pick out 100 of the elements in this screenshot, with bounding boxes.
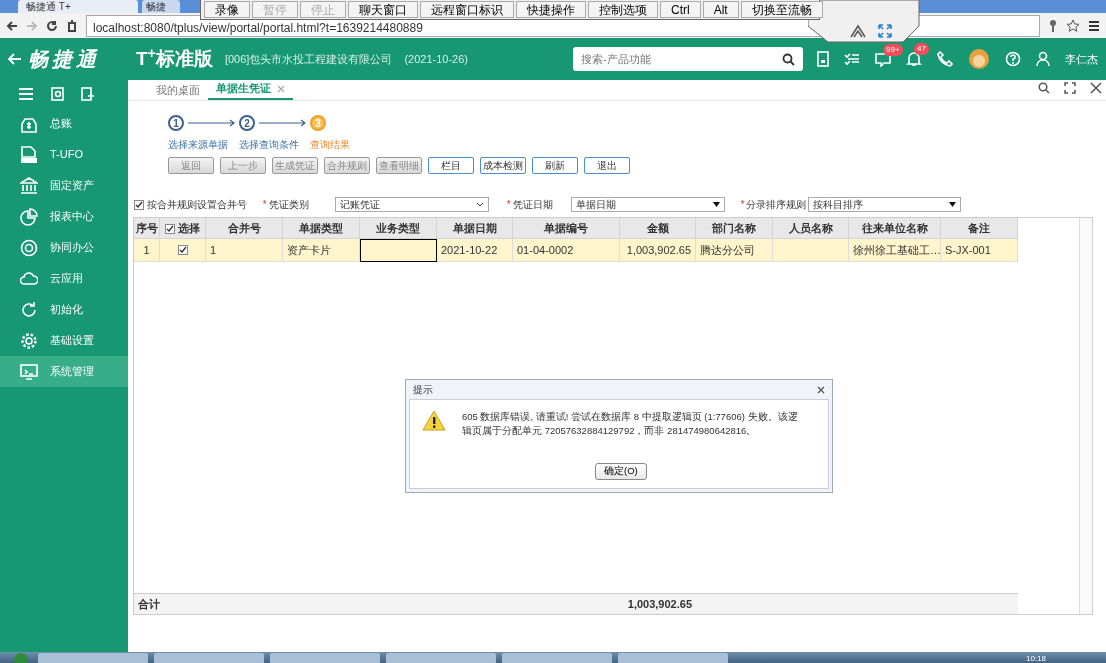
key-icon[interactable] <box>1048 18 1058 33</box>
search-icon[interactable] <box>1038 82 1050 94</box>
collapse-icon[interactable] <box>850 24 866 38</box>
close-icon[interactable] <box>817 385 825 394</box>
user-icon[interactable] <box>1036 51 1050 67</box>
expand-icon[interactable] <box>878 24 892 38</box>
toolbar-button[interactable]: 远程窗口标识 <box>420 1 514 18</box>
bank-icon <box>20 176 38 195</box>
step-label[interactable]: 选择查询条件 <box>239 137 310 152</box>
caret-icon[interactable] <box>712 202 720 207</box>
toolbar-button[interactable]: Alt <box>702 1 739 18</box>
browser-tab[interactable]: 畅捷 <box>142 0 180 13</box>
checkbox[interactable] <box>165 223 175 234</box>
toolbar-button[interactable]: 控制选项 <box>588 1 658 18</box>
sidebar-item[interactable]: 云应用 <box>0 263 128 294</box>
phone-icon[interactable] <box>937 51 953 67</box>
toolbar-button[interactable]: Ctrl <box>660 1 701 18</box>
sidebar-item[interactable]: 固定资产 <box>0 170 128 201</box>
table-cell: 资产卡片 <box>283 239 360 262</box>
search-icon[interactable] <box>782 53 795 66</box>
column-header[interactable]: 合并号 <box>206 218 283 239</box>
table-cell: 腾达分公司 <box>696 239 773 262</box>
table-cell: S-JX-001 <box>941 239 1018 262</box>
reload-icon[interactable] <box>46 19 58 32</box>
help-icon[interactable] <box>1005 51 1021 67</box>
trash-icon[interactable] <box>66 19 78 32</box>
dialog-title: 提示 <box>413 383 433 397</box>
dropdown-field[interactable]: 单据日期 <box>570 197 725 212</box>
checkbox[interactable] <box>177 245 188 255</box>
search-document-icon[interactable] <box>50 87 65 101</box>
back-arrow-icon[interactable] <box>8 53 22 65</box>
total-amount: 1,003,902.65 <box>626 596 693 612</box>
column-header[interactable]: 备注 <box>941 218 1018 239</box>
bell-icon[interactable] <box>906 51 922 67</box>
pie-chart-icon <box>20 207 38 226</box>
toolbar-button[interactable]: 快捷操作 <box>516 1 586 18</box>
step-number: 2 <box>239 115 255 131</box>
caret-icon[interactable] <box>949 202 957 207</box>
column-header[interactable]: 序号 <box>134 218 160 239</box>
fullscreen-icon[interactable] <box>1064 82 1076 94</box>
notification-count: 47 <box>914 43 929 55</box>
avatar-icon[interactable] <box>968 48 990 70</box>
toolbar-button[interactable]: 聊天窗口 <box>348 1 418 18</box>
toolbar-button[interactable]: 录像 <box>204 1 250 18</box>
action-button[interactable]: 栏目 <box>428 157 474 174</box>
required-mark: * <box>740 199 745 210</box>
dropdown-field[interactable]: 记账凭证 <box>334 197 489 212</box>
star-icon[interactable] <box>1066 18 1080 33</box>
search-field[interactable]: 搜索-产品功能 <box>573 47 803 71</box>
caret-icon[interactable] <box>475 202 484 207</box>
sidebar-item[interactable]: 报表中心 <box>0 201 128 232</box>
checkbox[interactable] <box>134 199 144 210</box>
required-mark: * <box>262 199 267 210</box>
column-header[interactable]: 人员名称 <box>773 218 849 239</box>
sidebar-item[interactable]: 协同办公 <box>0 232 128 263</box>
focused-cell[interactable] <box>360 239 437 262</box>
column-header[interactable]: 单据编号 <box>513 218 620 239</box>
address-text: localhost:8080/tplus/view/portal/portal.html?t=1639214480889 <box>93 21 423 35</box>
gear-icon <box>20 331 38 350</box>
step-label[interactable]: 选择来源单据 <box>168 137 239 152</box>
column-header[interactable]: 部门名称 <box>696 218 773 239</box>
target-icon <box>20 238 38 257</box>
field-label: * 凭证日期 <box>506 198 553 212</box>
column-header[interactable]: 金额 <box>620 218 696 239</box>
page-tab[interactable]: 我的桌面 <box>148 81 208 100</box>
column-header[interactable]: 单据日期 <box>437 218 513 239</box>
ok-button[interactable]: 确定(O) <box>595 463 647 480</box>
column-header[interactable]: 单据类型 <box>283 218 360 239</box>
column-header[interactable]: 往来单位名称 <box>849 218 941 239</box>
toolbar-button[interactable]: 切换至流畅 <box>740 1 823 18</box>
user-name[interactable]: 李仁杰 <box>1065 50 1098 68</box>
page-tab[interactable]: 单据生凭证 <box>208 79 293 100</box>
field-label: * 分录排序规则 <box>740 198 807 212</box>
column-header[interactable]: 业务类型 <box>360 218 437 239</box>
table-cell: 1 <box>134 239 160 262</box>
action-button[interactable]: 成本检测 <box>480 157 526 174</box>
browser-tab[interactable]: 畅捷通 T+ <box>18 0 138 13</box>
message-icon[interactable] <box>875 51 891 67</box>
arrow-icon <box>187 119 237 127</box>
sidebar-item[interactable]: 基础设置 <box>0 325 128 356</box>
sidebar-item[interactable]: 总账 <box>0 108 128 139</box>
dropdown-field[interactable]: 按科目排序 <box>808 197 962 212</box>
scrollbar[interactable] <box>1079 218 1092 614</box>
sidebar-item[interactable]: T-UFO <box>0 139 128 170</box>
action-button[interactable]: 退出 <box>584 157 630 174</box>
back-icon[interactable] <box>6 19 18 32</box>
close-icon[interactable] <box>1090 82 1102 94</box>
menu-icon[interactable] <box>1088 19 1100 32</box>
refresh-icon <box>20 300 38 319</box>
dialog-message: 605 数据库错误, 请重试! 尝试在数据库 8 中提取逻辑页 (1:77606) 失败。该逻辑页属于分配单元 72057632884129792，而非 281474980642816。 <box>462 410 799 438</box>
table-cell: 徐州徐工基础工… <box>849 239 941 262</box>
checklist-icon[interactable] <box>844 52 860 66</box>
monitor-icon <box>20 362 38 381</box>
sidebar-item[interactable]: 初始化 <box>0 294 128 325</box>
total-label: 合计 <box>137 596 161 612</box>
table-cell: 1,003,902.65 <box>620 239 696 262</box>
step-number: 1 <box>168 115 184 131</box>
action-button[interactable]: 刷新 <box>532 157 578 174</box>
add-document-icon[interactable] <box>81 87 95 101</box>
calculator-icon[interactable] <box>817 51 829 67</box>
